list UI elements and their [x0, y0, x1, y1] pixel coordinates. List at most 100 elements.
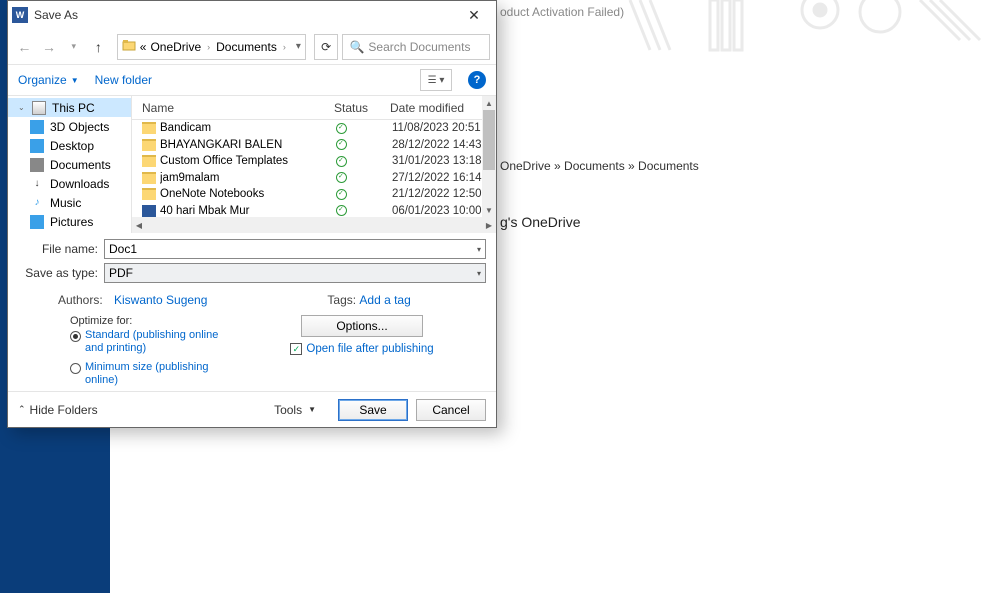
pc-icon	[32, 101, 46, 115]
list-item[interactable]: BHAYANGKARI BALEN 28/12/2022 14:43	[132, 137, 496, 154]
forward-button[interactable]: →	[39, 36, 60, 58]
tree-pictures[interactable]: Pictures	[8, 212, 131, 231]
close-button[interactable]: ✕	[456, 3, 492, 27]
bg-onedrive-label: g's OneDrive	[500, 214, 580, 230]
file-date: 27/12/2022 16:14	[392, 172, 496, 184]
filename-label: File name:	[18, 242, 104, 256]
list-item[interactable]: OneNote Notebooks21/12/2022 12:50	[132, 186, 496, 203]
scroll-left-icon[interactable]: ◀	[132, 221, 146, 230]
hide-folders-button[interactable]: ⌃ Hide Folders	[18, 403, 98, 417]
file-date: 11/08/2023 20:51	[392, 122, 496, 134]
up-button[interactable]: ↑	[88, 36, 109, 58]
word-app-icon: W	[12, 7, 28, 23]
folder-icon	[142, 122, 156, 134]
toolbar: Organize ▼ New folder ☰ ▾ ?	[8, 65, 496, 95]
desktop-icon	[30, 139, 44, 153]
tags-label: Tags:	[327, 293, 359, 307]
chevron-down-icon[interactable]: ▾	[477, 269, 481, 278]
refresh-button[interactable]: ⟳	[314, 34, 339, 60]
tree-this-pc[interactable]: ⌄ This PC	[8, 98, 131, 117]
save-form: File name: Doc1 ▾ Save as type: PDF ▾ Au…	[8, 233, 496, 391]
nav-toolbar: ← → ▾ ↑ « OneDrive › Documents › ▾ ⟳ 🔍 S…	[8, 29, 496, 65]
folder-icon	[142, 155, 156, 167]
titlebar: W Save As ✕	[8, 1, 496, 29]
list-item[interactable]: Bandicam11/08/2023 20:51	[132, 120, 496, 137]
list-header[interactable]: Name Status Date modified	[132, 96, 496, 120]
address-bar[interactable]: « OneDrive › Documents › ▾	[117, 34, 306, 60]
view-mode-button[interactable]: ☰ ▾	[420, 69, 452, 91]
back-button[interactable]: ←	[14, 36, 35, 58]
synced-icon	[336, 139, 347, 150]
chevron-down-icon: ▼	[308, 405, 316, 414]
file-name: 40 hari Mbak Mur	[160, 205, 336, 217]
filetype-select[interactable]: PDF ▾	[104, 263, 486, 283]
file-status	[336, 123, 392, 134]
file-name: BHAYANGKARI BALEN	[160, 139, 336, 151]
file-status	[336, 205, 392, 216]
pictures-icon	[30, 215, 44, 229]
address-drop-icon[interactable]: ▾	[296, 41, 301, 52]
col-name[interactable]: Name	[142, 101, 334, 115]
filetype-label: Save as type:	[18, 266, 104, 280]
save-as-dialog: W Save As ✕ ← → ▾ ↑ « OneDrive › Documen…	[7, 0, 497, 428]
col-status[interactable]: Status	[334, 101, 390, 115]
file-status	[336, 139, 392, 150]
downloads-icon: ↓	[30, 177, 44, 191]
search-placeholder: Search Documents	[368, 40, 470, 54]
file-list: Name Status Date modified Bandicam11/08/…	[132, 96, 496, 233]
file-name: Custom Office Templates	[160, 155, 336, 167]
nav-tree[interactable]: ⌄ This PC 3D Objects Desktop Documents ↓…	[8, 96, 132, 233]
music-icon: ♪	[30, 196, 44, 210]
tree-downloads[interactable]: ↓Downloads	[8, 174, 131, 193]
scroll-down-icon[interactable]: ▼	[482, 203, 496, 217]
synced-icon	[336, 172, 347, 183]
documents-icon	[30, 158, 44, 172]
chevron-down-icon: ⌄	[18, 103, 26, 112]
list-item[interactable]: jam9malam27/12/2022 16:14	[132, 170, 496, 187]
folder-icon	[122, 38, 136, 55]
tree-3d-objects[interactable]: 3D Objects	[8, 117, 131, 136]
crumb-2[interactable]: Documents	[216, 40, 277, 54]
crumb-1[interactable]: OneDrive	[150, 40, 201, 54]
chevron-up-icon: ⌃	[18, 404, 26, 415]
folder-icon	[142, 188, 156, 200]
optimize-minimum-radio[interactable]: Minimum size (publishing online)	[70, 361, 238, 387]
open-after-checkbox[interactable]: ✓ Open file after publishing	[238, 343, 486, 355]
file-date: 28/12/2022 14:43	[392, 139, 496, 151]
bg-breadcrumb: OneDrive » Documents » Documents	[500, 159, 699, 173]
tree-desktop[interactable]: Desktop	[8, 136, 131, 155]
tree-music[interactable]: ♪Music	[8, 193, 131, 212]
file-status	[336, 172, 392, 183]
optimize-standard-radio[interactable]: Standard (publishing online and printing…	[70, 329, 238, 355]
options-button[interactable]: Options...	[301, 315, 423, 337]
tags-value[interactable]: Add a tag	[359, 293, 410, 307]
objects-icon	[30, 120, 44, 134]
new-folder-button[interactable]: New folder	[95, 73, 152, 87]
chevron-down-icon[interactable]: ▾	[477, 245, 481, 254]
save-button[interactable]: Save	[338, 399, 408, 421]
recent-drop[interactable]: ▾	[63, 36, 84, 58]
cancel-button[interactable]: Cancel	[416, 399, 486, 421]
dialog-footer: ⌃ Hide Folders Tools ▼ Save Cancel	[8, 391, 496, 427]
tree-documents[interactable]: Documents	[8, 155, 131, 174]
file-name: OneNote Notebooks	[160, 188, 336, 200]
search-input[interactable]: 🔍 Search Documents	[342, 34, 490, 60]
organize-menu[interactable]: Organize ▼	[18, 73, 79, 87]
scroll-up-icon[interactable]: ▲	[482, 96, 496, 110]
file-date: 06/01/2023 10:00	[392, 205, 496, 217]
scroll-right-icon[interactable]: ▶	[482, 221, 496, 230]
filename-input[interactable]: Doc1 ▾	[104, 239, 486, 259]
scrollbar-vertical[interactable]: ▲ ▼	[482, 96, 496, 217]
help-button[interactable]: ?	[468, 71, 486, 89]
synced-icon	[336, 189, 347, 200]
list-item[interactable]: Custom Office Templates31/01/2023 13:18	[132, 153, 496, 170]
checkbox-icon: ✓	[290, 343, 302, 355]
chevron-right-icon: ›	[283, 42, 286, 52]
scroll-thumb[interactable]	[483, 110, 495, 170]
authors-value[interactable]: Kiswanto Sugeng	[114, 293, 207, 307]
col-date[interactable]: Date modified	[390, 101, 496, 115]
dialog-title: Save As	[34, 8, 456, 22]
tools-menu[interactable]: Tools ▼	[274, 403, 316, 417]
scrollbar-horizontal[interactable]: ◀ ▶	[132, 217, 496, 233]
radio-icon	[70, 363, 81, 374]
